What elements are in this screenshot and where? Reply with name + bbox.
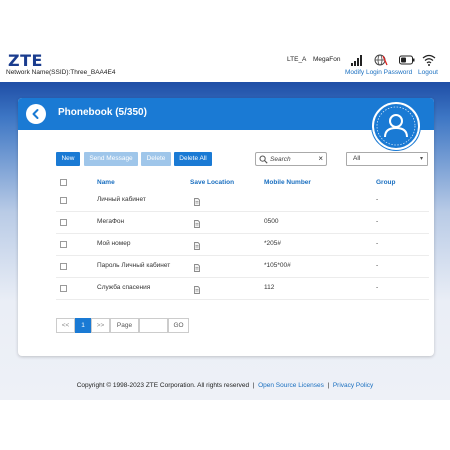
back-button[interactable] <box>26 104 46 124</box>
row-checkbox[interactable] <box>60 241 67 248</box>
document-icon <box>194 242 200 250</box>
search-icon <box>259 155 268 164</box>
open-source-licenses-link[interactable]: Open Source Licenses <box>258 382 324 389</box>
signal-strength-icon <box>351 55 362 66</box>
modify-password-link[interactable]: Modify Login Password <box>345 69 412 76</box>
page-title: Phonebook (5/350) <box>58 107 147 118</box>
page-number-input[interactable] <box>139 318 168 333</box>
page-footer: Copyright © 1998-2023 ZTE Corporation. A… <box>0 382 450 389</box>
page-label: Page <box>110 318 139 333</box>
contact-avatar <box>372 102 420 150</box>
row-checkbox[interactable] <box>60 263 67 270</box>
chevron-left-icon <box>32 109 39 119</box>
column-header-mobile: Mobile Number <box>264 179 311 186</box>
document-icon <box>194 198 200 206</box>
delete-button[interactable]: Delete <box>141 152 171 166</box>
new-button[interactable]: New <box>56 152 80 166</box>
group-filter-value: All <box>353 155 361 162</box>
contact-group: - <box>376 196 379 203</box>
user-icon <box>376 106 416 146</box>
contact-mobile: *105*00# <box>264 262 291 269</box>
contact-group: - <box>376 218 379 225</box>
go-button[interactable]: GO <box>168 318 189 333</box>
row-checkbox[interactable] <box>60 285 67 292</box>
copyright-text: Copyright © 1998-2023 ZTE Corporation. A… <box>76 382 250 389</box>
select-all-checkbox[interactable] <box>60 179 67 186</box>
table-row[interactable]: МегаФон 0500 - <box>56 212 429 234</box>
contact-mobile: *205# <box>264 240 281 247</box>
wifi-icon <box>422 54 436 66</box>
search-box: × <box>255 152 327 166</box>
privacy-policy-link[interactable]: Privacy Policy <box>333 382 373 389</box>
row-checkbox[interactable] <box>60 197 67 204</box>
table-row[interactable]: Мой номер *205# - <box>56 234 429 256</box>
prev-page-button[interactable]: << <box>56 318 75 333</box>
contact-name: МегаФон <box>97 218 125 225</box>
table-row[interactable]: Служба спасения 112 - <box>56 278 429 300</box>
table-row[interactable]: Пароль Личный кабинет *105*00# - <box>56 256 429 278</box>
bottom-blank <box>0 400 450 450</box>
column-header-name: Name <box>97 179 115 186</box>
delete-all-button[interactable]: Delete All <box>174 152 212 166</box>
zte-logo: ZTE <box>8 51 43 70</box>
next-page-button[interactable]: >> <box>91 318 110 333</box>
current-page-button[interactable]: 1 <box>75 318 91 333</box>
column-header-location: Save Location <box>190 179 235 186</box>
table-row[interactable]: Личный кабинет - <box>56 190 429 212</box>
contact-name: Пароль Личный кабинет <box>97 262 171 269</box>
network-ssid: Network Name(SSID):Three_BAA4E4 <box>6 69 116 76</box>
footer-separator: | <box>252 382 255 389</box>
contact-group: - <box>376 284 379 291</box>
top-header: ZTE Network Name(SSID):Three_BAA4E4 LTE_… <box>0 0 450 82</box>
battery-icon <box>399 55 415 65</box>
network-type: LTE_A <box>287 56 307 63</box>
search-input[interactable] <box>270 154 314 164</box>
contact-group: - <box>376 240 379 247</box>
clear-search-icon[interactable]: × <box>318 154 323 164</box>
contact-mobile: 112 <box>264 284 275 291</box>
group-filter-select[interactable]: All ▾ <box>346 152 428 166</box>
send-message-button[interactable]: Send Message <box>84 152 138 166</box>
logout-link[interactable]: Logout <box>418 69 438 76</box>
roaming-globe-icon <box>374 54 388 66</box>
contact-name: Личный кабинет <box>97 196 146 203</box>
contact-name: Служба спасения <box>97 284 151 291</box>
footer-separator: | <box>327 382 330 389</box>
chevron-down-icon: ▾ <box>419 156 423 162</box>
document-icon <box>194 286 200 294</box>
contact-group: - <box>376 262 379 269</box>
operator-name: MegaFon <box>313 56 341 63</box>
document-icon <box>194 264 200 272</box>
row-checkbox[interactable] <box>60 219 67 226</box>
contact-name: Мой номер <box>97 240 131 247</box>
document-icon <box>194 220 200 228</box>
contact-mobile: 0500 <box>264 218 279 225</box>
column-header-group: Group <box>376 179 396 186</box>
